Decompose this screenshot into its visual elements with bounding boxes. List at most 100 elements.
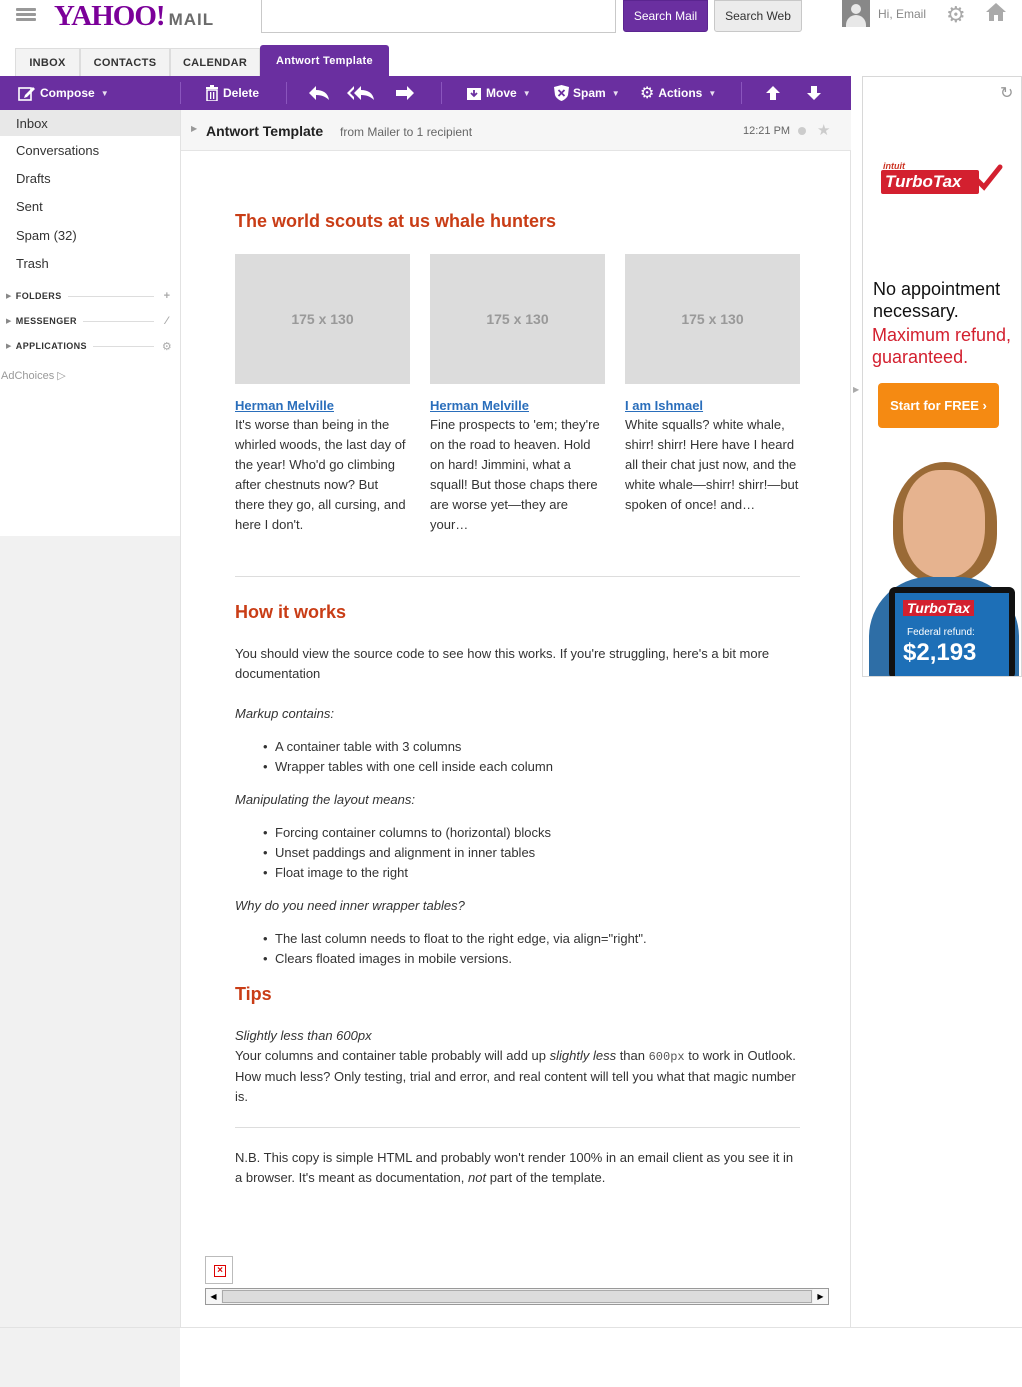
compose-button[interactable]: Compose ▼ (18, 76, 109, 110)
sidebar-item-spam[interactable]: Spam (32) (0, 222, 180, 248)
sidebar-item-sent[interactable]: Sent (0, 193, 180, 219)
list-item: Unset paddings and alignment in inner ta… (263, 843, 795, 863)
messenger-status-icon[interactable]: ⁄ (160, 315, 174, 327)
sidebar-item-drafts[interactable]: Drafts (0, 165, 180, 191)
settings-gear-icon[interactable]: ⚙ (946, 2, 966, 28)
menu-icon[interactable] (16, 8, 36, 22)
delete-label: Delete (223, 86, 260, 100)
ad-person-image: TurboTax Federal refund: $2,193 (863, 462, 1021, 676)
move-label: Move (486, 86, 517, 100)
star-icon[interactable]: ★ (817, 121, 830, 139)
checkmark-icon (973, 164, 1003, 191)
email-heading-whale-hunters: The world scouts at us whale hunters (235, 211, 557, 231)
start-for-free-button[interactable]: Start for FREE › (878, 383, 999, 428)
broken-image: × (205, 1256, 233, 1284)
sidebar-item-trash[interactable]: Trash (0, 250, 180, 276)
tip-code: 600px (648, 1050, 685, 1064)
read-status-dot-icon[interactable] (798, 127, 806, 135)
email-heading-how-it-works: How it works (235, 602, 347, 622)
column-text: Fine prospects to 'em; they're on the ro… (430, 417, 600, 532)
email-heading-tips: Tips (235, 984, 272, 1004)
reply-button[interactable] (308, 76, 330, 110)
section-label: FOLDERS (15, 291, 62, 301)
list-item: Wrapper tables with one cell inside each… (263, 757, 795, 777)
scroll-left-icon[interactable]: ◀ (206, 1289, 221, 1304)
adchoices-link[interactable]: AdChoices ▷ (1, 369, 66, 382)
tab-contacts[interactable]: CONTACTS (80, 48, 170, 76)
broken-image-icon: × (214, 1265, 226, 1277)
scrollbar-thumb[interactable] (222, 1290, 812, 1303)
nb-text-b: part of the template. (486, 1170, 606, 1185)
message-header[interactable]: ▶ Antwort Template from Mailer to 1 reci… (181, 110, 851, 151)
email-intro-text: You should view the source code to see h… (235, 646, 770, 681)
logo-mail: MAIL (168, 10, 215, 29)
arrow-up-icon (766, 86, 780, 100)
forward-arrow-icon (396, 86, 414, 100)
avatar[interactable] (842, 0, 870, 27)
arrow-down-icon (807, 86, 821, 100)
nb-text-emphasis: not (468, 1170, 487, 1185)
spam-label: Spam (573, 86, 606, 100)
message-from: from Mailer to 1 recipient (340, 125, 473, 139)
greeting[interactable]: Hi, Email (878, 7, 926, 21)
collapse-triangle-icon[interactable]: ▶ (853, 385, 859, 394)
search-input[interactable] (261, 0, 616, 33)
chevron-down-icon: ▼ (100, 88, 109, 98)
search-web-button[interactable]: Search Web (714, 0, 802, 32)
yahoo-mail-logo[interactable]: YAHOO! MAIL (54, 0, 214, 34)
add-folder-icon[interactable]: + (160, 290, 174, 302)
tab-inbox[interactable]: INBOX (15, 48, 80, 76)
chevron-down-icon: ▼ (522, 88, 531, 98)
image-placeholder: 175 x 130 (625, 254, 800, 384)
sidebar-section-applications[interactable]: ▶ APPLICATIONS ⚙ (0, 336, 180, 356)
logo-yahoo: YAHOO! (54, 0, 166, 32)
sidebar-section-messenger[interactable]: ▶ MESSENGER ⁄ (0, 311, 180, 331)
sidebar-section-folders[interactable]: ▶ FOLDERS + (0, 286, 180, 306)
forward-button[interactable] (395, 76, 415, 110)
layout-list: Forcing container columns to (horizontal… (263, 823, 795, 883)
why-label: Why do you need inner wrapper tables? (235, 898, 465, 913)
horizontal-scrollbar[interactable]: ◀ ▶ (205, 1288, 829, 1305)
section-label: MESSENGER (15, 316, 77, 326)
actions-label: Actions (658, 86, 703, 100)
page-bottom-divider (0, 1327, 1022, 1328)
reply-all-button[interactable] (347, 76, 375, 110)
search-mail-button[interactable]: Search Mail (623, 0, 708, 32)
tab-antwort-template[interactable]: Antwort Template (260, 45, 389, 76)
message-time: 12:21 PM (743, 125, 791, 137)
home-icon[interactable] (985, 2, 1007, 22)
ad-collapse-handle[interactable]: ▶ (851, 110, 862, 1328)
tablet-brand: TurboTax (903, 600, 975, 616)
image-placeholder: 175 x 130 (235, 254, 410, 384)
column-title-link[interactable]: Herman Melville (235, 398, 410, 413)
tab-calendar[interactable]: CALENDAR (170, 48, 260, 76)
tip-text: Your columns and container table probabl… (235, 1046, 800, 1107)
applications-gear-icon[interactable]: ⚙ (160, 340, 174, 353)
divider (235, 576, 800, 577)
delete-button[interactable]: Delete (205, 76, 259, 110)
nb-text: N.B. This copy is simple HTML and probab… (235, 1148, 800, 1188)
reply-icon (309, 86, 329, 100)
markup-label: Markup contains: (235, 706, 334, 721)
column-title-link[interactable]: I am Ishmael (625, 398, 800, 413)
turbotax-ad[interactable]: ↻ intuit TurboTax No appointment necessa… (862, 76, 1022, 677)
divider (235, 1127, 800, 1128)
move-button[interactable]: Move ▼ (466, 76, 531, 110)
expand-triangle-icon[interactable]: ▶ (191, 124, 197, 133)
gear-icon: ⚙ (640, 85, 655, 102)
header: YAHOO! MAIL Search Mail Search Web Hi, E… (0, 0, 1022, 44)
refresh-ad-icon[interactable]: ↻ (1000, 83, 1013, 103)
adchoices-icon: ▷ (57, 370, 66, 382)
spam-button[interactable]: Spam ▼ (554, 76, 620, 110)
sidebar-item-conversations[interactable]: Conversations (0, 137, 180, 163)
spam-shield-icon (554, 85, 569, 101)
ad-headline: No appointment necessary. (873, 279, 1001, 321)
tablet-refund-amount: $2,193 (903, 639, 977, 666)
next-message-button[interactable] (806, 76, 822, 110)
column-title-link[interactable]: Herman Melville (430, 398, 605, 413)
layout-label: Manipulating the layout means: (235, 792, 415, 807)
actions-button[interactable]: ⚙ Actions ▼ (640, 76, 716, 110)
sidebar-item-inbox[interactable]: Inbox (0, 110, 180, 136)
scroll-right-icon[interactable]: ▶ (813, 1289, 828, 1304)
previous-message-button[interactable] (765, 76, 781, 110)
